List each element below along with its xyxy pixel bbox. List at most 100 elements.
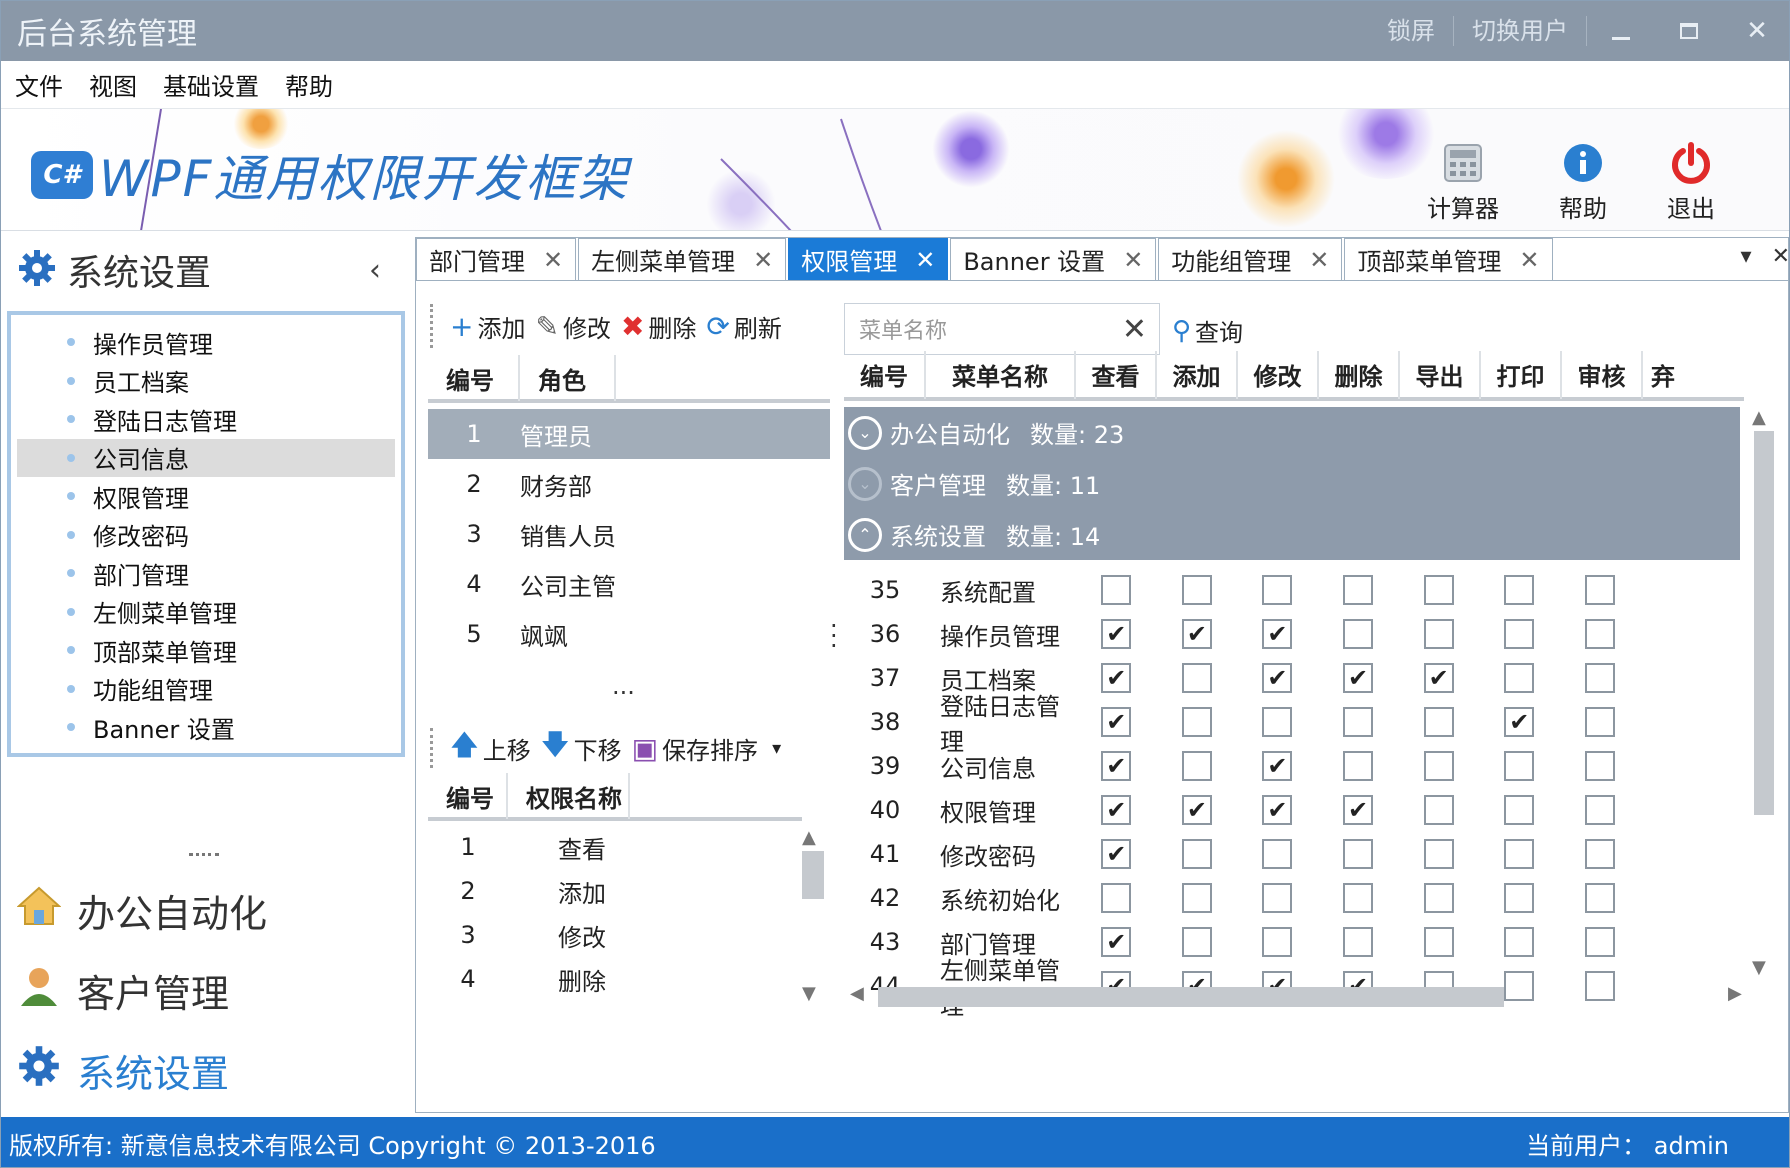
- tab-left-menu[interactable]: 左侧菜单管理 ✕: [578, 238, 787, 280]
- permission-checkbox[interactable]: [1343, 707, 1374, 737]
- exit-button[interactable]: 退出: [1641, 141, 1741, 224]
- tab-list-dropdown-icon[interactable]: ▾: [1741, 244, 1752, 269]
- scroll-up-arrow[interactable]: ▲: [1752, 407, 1766, 428]
- sidebar-item-operator[interactable]: 操作员管理: [17, 323, 395, 362]
- clear-search-icon[interactable]: ✕: [1122, 312, 1147, 347]
- table-row[interactable]: 4 删除: [428, 957, 802, 1001]
- move-down-button[interactable]: 🡇 下移: [541, 724, 622, 772]
- save-order-button[interactable]: ▣ 保存排序: [632, 731, 758, 766]
- scroll-right-arrow[interactable]: ▶: [1728, 983, 1742, 1004]
- group-customer[interactable]: ⌄ 客户管理 数量: 11: [844, 458, 1740, 509]
- sidebar-item-department[interactable]: 部门管理: [17, 554, 395, 593]
- group-system-settings[interactable]: ⌃ 系统设置 数量: 14: [844, 509, 1740, 560]
- column-header[interactable]: 角色: [520, 355, 616, 401]
- move-up-button[interactable]: 🡅 上移: [450, 724, 531, 772]
- sidebar-item-login-log[interactable]: 登陆日志管理: [17, 400, 395, 439]
- tab-top-menu[interactable]: 顶部菜单管理 ✕: [1344, 238, 1553, 280]
- close-icon[interactable]: ✕: [1309, 246, 1329, 274]
- permission-checkbox-checked[interactable]: ✔: [1343, 663, 1374, 693]
- horizontal-splitter[interactable]: ···: [612, 679, 635, 707]
- permission-checkbox[interactable]: [1262, 707, 1293, 737]
- sidebar-item-left-menu[interactable]: 左侧菜单管理: [17, 593, 395, 632]
- edit-button[interactable]: ✎ 修改: [535, 309, 610, 344]
- permission-checkbox-checked[interactable]: ✔: [1101, 663, 1132, 693]
- nav-office-automation[interactable]: 办公自动化: [16, 883, 267, 938]
- minimize-button[interactable]: [1587, 1, 1655, 61]
- nav-customer-management[interactable]: 客户管理: [17, 963, 229, 1018]
- query-button[interactable]: ⚲ 查询: [1172, 313, 1243, 348]
- scrollbar-thumb[interactable]: [1754, 431, 1774, 815]
- table-row[interactable]: 35 系统配置: [844, 568, 1744, 612]
- permission-checkbox[interactable]: [1101, 883, 1132, 913]
- permission-checkbox[interactable]: [1504, 883, 1535, 913]
- column-header[interactable]: 打印: [1481, 351, 1562, 399]
- lock-screen-button[interactable]: 锁屏: [1369, 16, 1454, 46]
- permission-checkbox[interactable]: [1343, 619, 1374, 649]
- refresh-button[interactable]: ⟳ 刷新: [706, 309, 781, 344]
- table-row[interactable]: 4 公司主管: [428, 559, 830, 609]
- permission-checkbox[interactable]: [1504, 575, 1535, 605]
- splitter-grip[interactable]: [189, 853, 219, 856]
- permission-checkbox-checked[interactable]: ✔: [1101, 751, 1132, 781]
- calculator-button[interactable]: 计算器: [1413, 141, 1513, 224]
- permission-checkbox[interactable]: [1584, 663, 1615, 693]
- close-icon[interactable]: ✕: [753, 246, 773, 274]
- column-header[interactable]: 审核: [1562, 351, 1643, 399]
- permission-checkbox[interactable]: [1423, 707, 1454, 737]
- permission-checkbox[interactable]: [1504, 663, 1535, 693]
- permission-checkbox-checked[interactable]: ✔: [1262, 663, 1293, 693]
- table-row[interactable]: 1 管理员: [428, 409, 830, 459]
- permission-checkbox-checked[interactable]: ✔: [1101, 619, 1132, 649]
- maximize-button[interactable]: [1655, 1, 1723, 61]
- permission-checkbox[interactable]: [1584, 839, 1615, 869]
- table-row[interactable]: 5 飒飒: [428, 609, 830, 659]
- permission-checkbox[interactable]: [1343, 839, 1374, 869]
- permission-checkbox-checked[interactable]: ✔: [1343, 795, 1374, 825]
- switch-user-button[interactable]: 切换用户: [1454, 16, 1587, 46]
- permission-checkbox[interactable]: [1101, 575, 1132, 605]
- permission-checkbox-checked[interactable]: ✔: [1101, 707, 1132, 737]
- tab-banner[interactable]: Banner 设置 ✕: [950, 238, 1157, 280]
- permission-checkbox[interactable]: [1181, 751, 1212, 781]
- table-row[interactable]: 39 公司信息 ✔ ✔: [844, 744, 1744, 788]
- column-header[interactable]: 删除: [1319, 351, 1400, 399]
- permission-checkbox[interactable]: [1423, 619, 1454, 649]
- permission-checkbox[interactable]: [1262, 575, 1293, 605]
- permission-checkbox[interactable]: [1262, 883, 1293, 913]
- vertical-splitter[interactable]: · · ·: [830, 614, 838, 658]
- table-row[interactable]: 1 查看: [428, 825, 802, 869]
- permission-checkbox-checked[interactable]: ✔: [1504, 707, 1535, 737]
- permission-checkbox[interactable]: [1584, 971, 1615, 1001]
- nav-system-settings[interactable]: 系统设置: [17, 1043, 229, 1098]
- table-row[interactable]: 42 系统初始化: [844, 876, 1744, 920]
- column-header[interactable]: 查看: [1076, 351, 1157, 399]
- help-button[interactable]: 帮助: [1533, 141, 1633, 224]
- group-office-automation[interactable]: ⌄ 办公自动化 数量: 23: [844, 407, 1740, 458]
- permission-checkbox[interactable]: [1584, 707, 1615, 737]
- column-header[interactable]: 编号: [844, 351, 926, 399]
- permission-checkbox[interactable]: [1181, 707, 1212, 737]
- close-button[interactable]: ✕: [1723, 1, 1789, 61]
- sidebar-item-function-group[interactable]: 功能组管理: [17, 670, 395, 709]
- scroll-down-arrow[interactable]: ▼: [1752, 957, 1766, 978]
- permission-checkbox[interactable]: [1262, 927, 1293, 957]
- permission-checkbox-checked[interactable]: ✔: [1423, 663, 1454, 693]
- table-row[interactable]: 3 修改: [428, 913, 802, 957]
- permission-checkbox-checked[interactable]: ✔: [1262, 795, 1293, 825]
- table-row[interactable]: 36 操作员管理 ✔ ✔ ✔: [844, 612, 1744, 656]
- table-row[interactable]: 3 销售人员: [428, 509, 830, 559]
- tab-permission[interactable]: 权限管理 ✕: [788, 238, 949, 280]
- collapse-sidebar-button[interactable]: ‹: [369, 253, 381, 288]
- sidebar-item-employee[interactable]: 员工档案: [17, 362, 395, 401]
- column-header[interactable]: 菜单名称: [926, 351, 1076, 399]
- permission-checkbox[interactable]: [1584, 883, 1615, 913]
- permission-checkbox-checked[interactable]: ✔: [1101, 927, 1132, 957]
- scrollbar-thumb[interactable]: [802, 851, 824, 899]
- permission-checkbox[interactable]: [1504, 927, 1535, 957]
- permission-checkbox-checked[interactable]: ✔: [1181, 795, 1212, 825]
- scroll-up-arrow[interactable]: ▲: [802, 827, 816, 848]
- column-header[interactable]: 编号: [428, 355, 520, 401]
- permission-checkbox-checked[interactable]: ✔: [1101, 839, 1132, 869]
- menu-file[interactable]: 文件: [15, 67, 63, 102]
- permission-checkbox[interactable]: [1504, 971, 1535, 1001]
